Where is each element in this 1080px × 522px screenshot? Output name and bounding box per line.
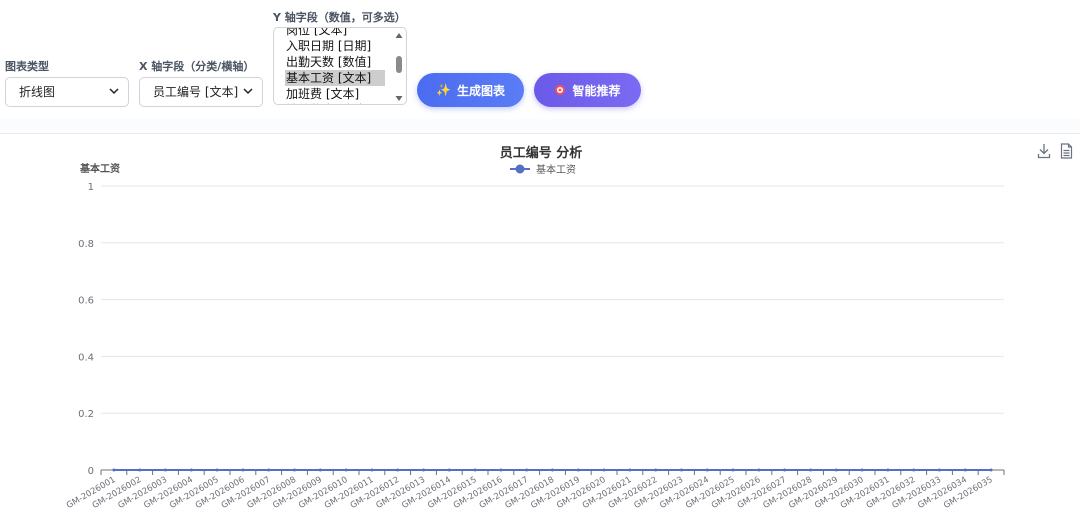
data-point[interactable]	[396, 468, 400, 472]
toolbar-separator-band	[0, 119, 1080, 133]
x-field-value: 员工编号 [文本]	[153, 85, 239, 99]
listbox-scrollbar[interactable]	[394, 30, 404, 104]
chevron-down-icon	[109, 88, 119, 95]
data-point[interactable]	[293, 468, 296, 472]
chevron-down-icon	[243, 88, 253, 95]
chart-type-value: 折线图	[19, 85, 56, 99]
data-point[interactable]	[318, 468, 322, 472]
data-point[interactable]	[963, 468, 967, 472]
smart-recommend-label: 智能推荐	[572, 83, 621, 98]
legend-series-label: 基本工资	[536, 163, 576, 176]
data-point[interactable]	[344, 468, 348, 472]
chart-title: 员工编号 分析	[500, 145, 583, 161]
y-axis-title: 基本工资	[79, 162, 120, 175]
y-tick-label: 0.6	[78, 296, 94, 307]
legend[interactable]: 基本工资	[510, 163, 576, 176]
data-point[interactable]	[499, 468, 503, 472]
y-field-option[interactable]: 出勤天数 [数值]	[285, 54, 385, 70]
y-field-label: Y 轴字段（数值，可多选）	[273, 11, 406, 24]
data-point[interactable]	[602, 468, 606, 472]
y-field-option[interactable]: 岗位 [文本]	[285, 28, 385, 38]
data-point[interactable]	[267, 468, 271, 472]
data-point[interactable]	[860, 468, 864, 472]
data-point[interactable]	[809, 468, 812, 472]
y-field-option[interactable]: 基本工资 [文本]	[285, 70, 385, 86]
data-point[interactable]	[551, 468, 554, 472]
data-point[interactable]	[912, 468, 916, 472]
data-point[interactable]	[731, 468, 735, 472]
y-field-option[interactable]: 加班费 [文本]	[285, 86, 385, 102]
data-point[interactable]	[705, 468, 709, 472]
data-point[interactable]	[189, 468, 193, 472]
data-point[interactable]	[680, 468, 683, 472]
y-field-listbox[interactable]: 岗位 [文本] 入职日期 [日期] 出勤天数 [数值] 基本工资 [文本] 加班费 [文…	[273, 27, 407, 105]
y-field-options: 岗位 [文本] 入职日期 [日期] 出勤天数 [数值] 基本工资 [文本] 加班费 [文…	[285, 28, 385, 104]
x-field-select[interactable]: 员工编号 [文本]	[139, 77, 263, 107]
generate-chart-button[interactable]: ✨ 生成图表	[417, 73, 524, 107]
data-point[interactable]	[370, 468, 374, 472]
chart-type-label: 图表类型	[5, 60, 49, 73]
generate-chart-label: 生成图表	[456, 83, 505, 98]
data-point[interactable]	[112, 468, 116, 472]
data-point[interactable]	[138, 468, 142, 472]
data-point[interactable]	[834, 468, 838, 472]
y-tick-label: 0.2	[78, 409, 94, 420]
data-point[interactable]	[164, 468, 167, 472]
x-field-label: X 轴字段（分类/横轴）	[139, 60, 255, 73]
data-point[interactable]	[757, 468, 761, 472]
y-field-option[interactable]: 入职日期 [日期]	[285, 38, 385, 54]
data-point[interactable]	[654, 468, 658, 472]
data-point[interactable]	[241, 468, 245, 472]
data-point[interactable]	[938, 468, 941, 472]
data-point[interactable]	[422, 468, 425, 472]
data-point[interactable]	[989, 468, 993, 472]
y-tick-label: 0.4	[78, 352, 94, 363]
data-point[interactable]	[525, 468, 529, 472]
y-tick-label: 0.8	[78, 239, 94, 250]
chart-type-select[interactable]: 折线图	[5, 77, 129, 107]
data-point[interactable]	[628, 468, 632, 472]
y-tick-label: 1	[88, 182, 94, 193]
data-point[interactable]	[783, 468, 787, 472]
sparkles-icon: ✨	[436, 83, 451, 97]
data-point[interactable]	[473, 468, 477, 472]
smart-recommend-button[interactable]: 智能推荐	[534, 73, 641, 107]
y-field-option[interactable]: 绩效奖金 [文本]	[285, 102, 385, 104]
y-tick-label: 0	[88, 466, 94, 477]
chart-toolbar: 图表类型 折线图 X 轴字段（分类/横轴） 员工编号 [文本] Y 轴字段（数值…	[0, 0, 1080, 120]
data-point[interactable]	[886, 468, 890, 472]
line-chart: 员工编号 分析 基本工资 基本工资 00.20.40.60.81 GM-2026…	[65, 145, 1005, 511]
legend-marker-symbol	[515, 164, 525, 174]
data-point[interactable]	[447, 468, 451, 472]
data-point[interactable]	[576, 468, 580, 472]
target-icon	[555, 85, 566, 95]
data-point[interactable]	[215, 468, 219, 472]
